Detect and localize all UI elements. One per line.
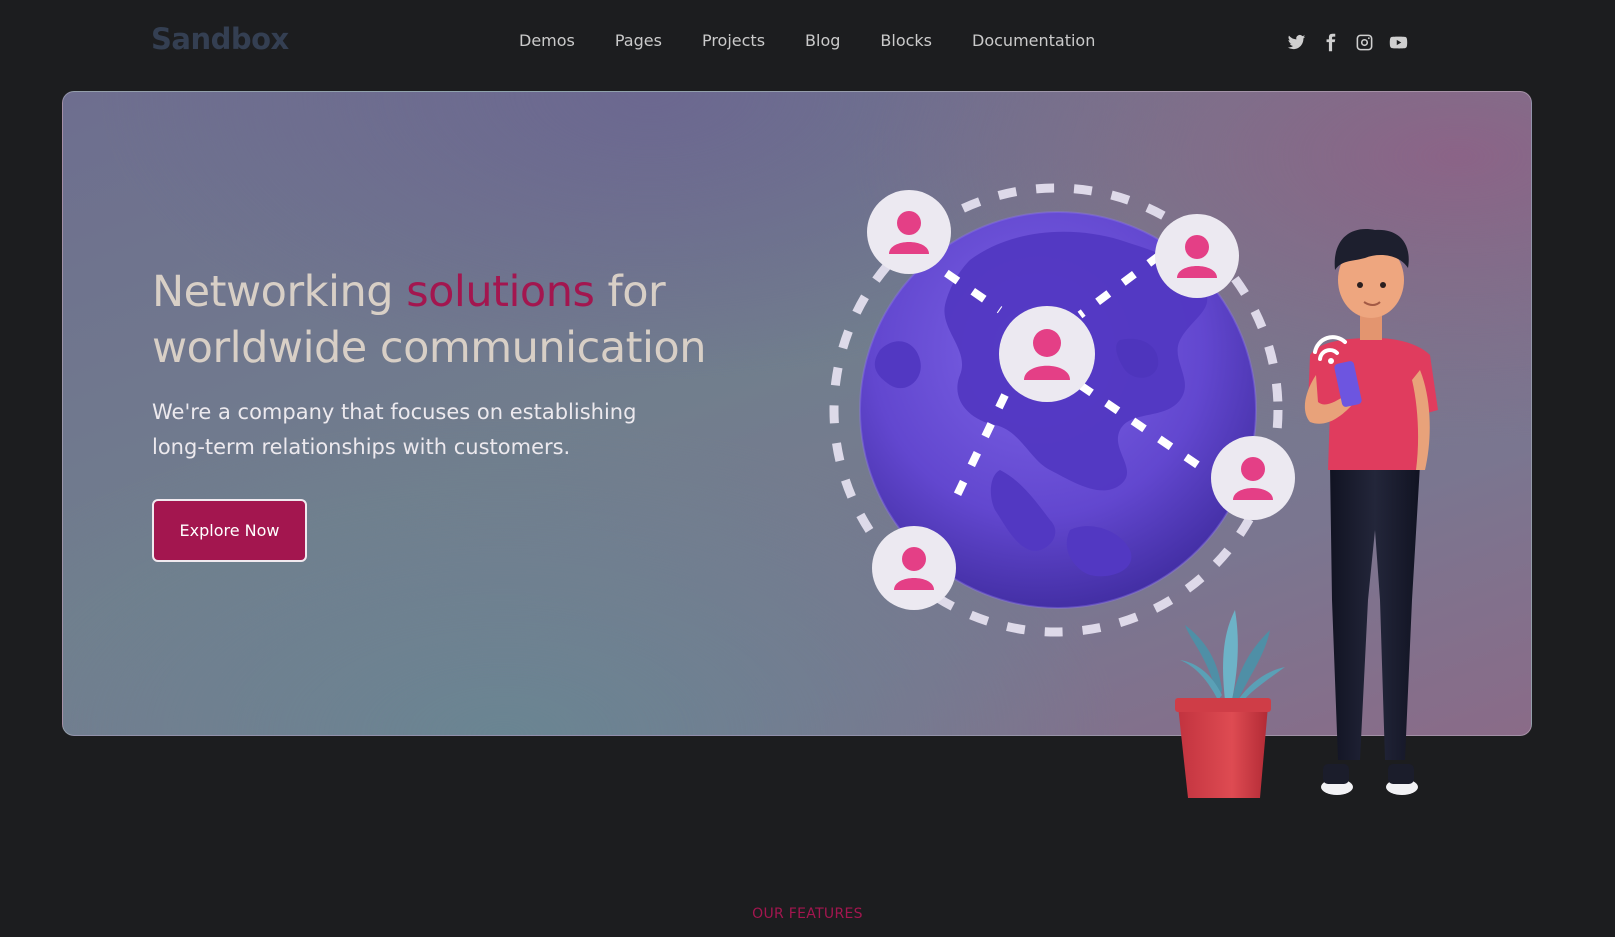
user-node-center (999, 306, 1095, 402)
instagram-icon[interactable] (1352, 30, 1376, 54)
main-nav: Demos Pages Projects Blog Blocks Documen… (519, 31, 1095, 50)
hero-title-part1: Networking (152, 267, 407, 317)
nav-item-documentation[interactable]: Documentation (972, 31, 1095, 50)
nav-item-projects[interactable]: Projects (702, 31, 765, 50)
user-node-top-left (867, 190, 951, 274)
user-node-bottom-left (872, 526, 956, 610)
hero-title: Networking solutions for worldwide commu… (152, 264, 772, 376)
nav-item-blocks[interactable]: Blocks (880, 31, 932, 50)
logo[interactable]: Sandbox (151, 22, 289, 56)
user-node-right (1211, 436, 1295, 520)
person-with-phone (1304, 229, 1438, 795)
social-links (1284, 30, 1410, 54)
hero-lead: We're a company that focuses on establis… (152, 400, 637, 459)
user-node-top-right (1155, 214, 1239, 298)
explore-now-button[interactable]: Explore Now (152, 499, 307, 562)
networking-illustration (829, 183, 1438, 798)
nav-item-demos[interactable]: Demos (519, 31, 575, 50)
hero-title-accent: solutions (406, 267, 595, 317)
twitter-icon[interactable] (1284, 30, 1308, 54)
nav-item-pages[interactable]: Pages (615, 31, 662, 50)
nav-item-blog[interactable]: Blog (805, 31, 840, 50)
features-eyebrow: OUR FEATURES (752, 906, 863, 922)
facebook-icon[interactable] (1318, 30, 1342, 54)
potted-plant (1175, 610, 1285, 798)
youtube-icon[interactable] (1386, 30, 1410, 54)
